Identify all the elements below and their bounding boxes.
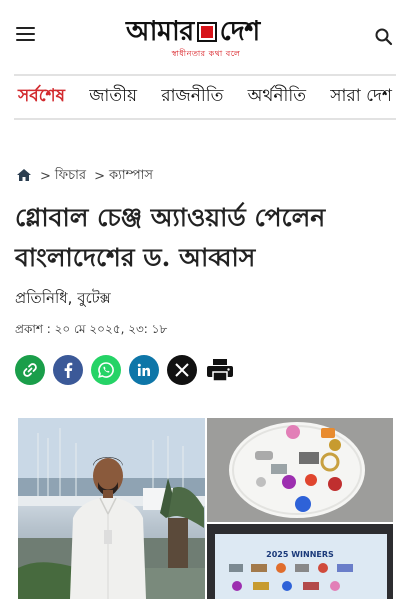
site-logo[interactable]: আমার দেশ স্বাধীনতার কথা বলে [126, 14, 286, 64]
breadcrumb-separator: > [94, 169, 105, 184]
x-icon[interactable] [167, 355, 197, 385]
award-pieces-photo [207, 418, 393, 522]
article-title: গ্লোবাল চেঞ্জ অ্যাওয়ার্ড পেলেন বাংলাদেশ… [15, 198, 393, 278]
article-title-line1: গ্লোবাল চেঞ্জ অ্যাওয়ার্ড পেলেন [15, 203, 326, 232]
whatsapp-icon[interactable] [91, 355, 121, 385]
nav-item-latest[interactable]: সর্বশেষ [18, 83, 65, 111]
publish-date: প্রকাশ : ২০ মে ২০২৫, ২৩: ১৮ [15, 322, 168, 336]
article-title-line2: বাংলাদেশের ড. আব্বাস [15, 243, 256, 272]
category-nav: সর্বশেষ জাতীয় রাজনীতি অর্থনীতি সারা দেশ [14, 74, 396, 120]
site-header: আমার দেশ স্বাধীনতার কথা বলে [0, 0, 408, 72]
winners-screen-title: 2025 WINNERS [266, 550, 334, 559]
breadcrumb-campus[interactable]: ক্যাম্পাস [109, 166, 153, 187]
link-icon[interactable] [15, 355, 45, 385]
search-icon[interactable] [374, 27, 394, 47]
article-photo-person [18, 418, 205, 599]
print-icon[interactable] [205, 355, 235, 385]
hamburger-menu-icon[interactable] [16, 27, 38, 47]
share-bar [15, 355, 243, 385]
facebook-icon[interactable] [53, 355, 83, 385]
award-winners-screen-photo: 2025 WINNERS [207, 524, 393, 599]
breadcrumb-feature[interactable]: ফিচার [55, 166, 86, 187]
linkedin-icon[interactable] [129, 355, 159, 385]
breadcrumb: > ফিচার > ক্যাম্পাস [16, 166, 153, 187]
nav-item-national[interactable]: জাতীয় [89, 83, 137, 111]
article-author: প্রতিনিধি, বুটেক্স [15, 289, 111, 307]
home-icon[interactable] [16, 168, 32, 186]
breadcrumb-separator: > [40, 169, 51, 184]
logo-word-right: দেশ [219, 16, 261, 47]
logo-square-icon [196, 22, 217, 42]
nav-item-politics[interactable]: রাজনীতি [161, 83, 223, 111]
logo-word-left: আমার [126, 16, 194, 47]
nav-item-country[interactable]: সারা দেশ [330, 83, 392, 111]
nav-item-economy[interactable]: অর্থনীতি [248, 83, 306, 111]
